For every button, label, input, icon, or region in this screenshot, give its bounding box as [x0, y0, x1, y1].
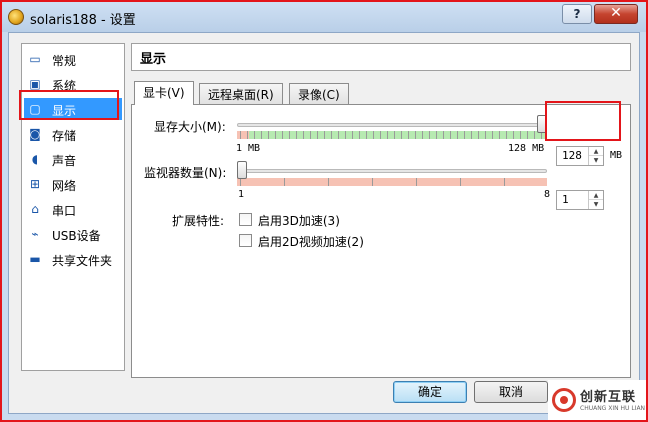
usb-icon: ⌁: [31, 227, 39, 241]
tab-remote-display[interactable]: 远程桌面(R): [199, 83, 283, 104]
shared-folder-icon: ▬: [29, 252, 41, 266]
monitor-count-value[interactable]: 1: [562, 193, 569, 206]
extended-features-label: 扩展特性:: [172, 214, 225, 228]
video-memory-slider-track[interactable]: [237, 123, 547, 127]
tab-recording[interactable]: 录像(C): [289, 83, 349, 104]
video-memory-ticks: [240, 131, 546, 139]
enable-3d-acceleration-checkbox[interactable]: [239, 213, 252, 226]
sidebar-item-storage[interactable]: ◙ 存储: [24, 123, 122, 145]
sidebar-item-label: 常规: [52, 54, 77, 68]
sidebar-item-label: USB设备: [52, 229, 101, 243]
enable-2d-video-acceleration-checkbox[interactable]: [239, 234, 252, 247]
monitor-count-spinbox[interactable]: 1 ▲ ▼: [556, 190, 604, 210]
network-icon: ⊞: [29, 177, 41, 191]
spin-up-icon[interactable]: ▲: [589, 191, 603, 200]
watermark-text: 创新互联: [580, 390, 637, 405]
sidebar-item-label: 声音: [52, 154, 77, 168]
watermark: 创新互联 CHUANG XIN HU LIAN: [548, 380, 648, 422]
sidebar-item-audio[interactable]: ◖ 声音: [24, 148, 122, 170]
audio-icon: ◖: [31, 152, 39, 166]
general-icon: ▭: [29, 52, 41, 66]
monitor-count-label: 监视器数量(N):: [144, 166, 227, 180]
help-button[interactable]: ?: [562, 4, 592, 24]
title-bar[interactable]: solaris188 - 设置 ? ✕: [2, 2, 646, 32]
sidebar-item-label: 网络: [52, 179, 77, 193]
tab-video[interactable]: 显卡(V): [134, 81, 194, 105]
dialog-body: ▭ 常规 ▣ 系统 ▢ 显示 ◙ 存储 ◖ 声音 ⊞ 网络 ⌂ 串口 ⌁ USB…: [8, 32, 640, 414]
sidebar-item-usb[interactable]: ⌁ USB设备: [24, 223, 122, 245]
spin-arrows: ▲ ▼: [588, 147, 603, 165]
sidebar-item-general[interactable]: ▭ 常规: [24, 48, 122, 70]
virtualbox-app-icon: [8, 9, 24, 25]
sidebar-item-label: 共享文件夹: [52, 254, 113, 268]
video-memory-min-label: 1 MB: [236, 143, 261, 154]
monitor-count-min-label: 1: [238, 189, 245, 200]
sidebar-highlight-annotation: [19, 90, 119, 120]
storage-icon: ◙: [29, 127, 41, 141]
cancel-button[interactable]: 取消: [474, 381, 548, 403]
sidebar-item-network[interactable]: ⊞ 网络: [24, 173, 122, 195]
monitor-count-max-label: 8: [544, 189, 551, 200]
sidebar-item-shared-folders[interactable]: ▬ 共享文件夹: [24, 248, 122, 270]
spin-up-icon[interactable]: ▲: [589, 147, 603, 156]
watermark-subtext: CHUANG XIN HU LIAN: [580, 405, 646, 412]
spin-down-icon[interactable]: ▼: [589, 156, 603, 165]
sidebar-item-label: 串口: [52, 204, 77, 218]
settings-window: solaris188 - 设置 ? ✕ ▭ 常规 ▣ 系统 ▢ 显示 ◙ 存储: [2, 2, 646, 420]
video-memory-spinbox[interactable]: 128 ▲ ▼: [556, 146, 604, 166]
monitor-count-slider-track[interactable]: [237, 169, 547, 173]
watermark-logo-icon: [552, 388, 576, 412]
spin-down-icon[interactable]: ▼: [589, 200, 603, 209]
sidebar-item-serial-port[interactable]: ⌂ 串口: [24, 198, 122, 220]
enable-3d-acceleration-label[interactable]: 启用3D加速(3): [258, 212, 340, 229]
video-memory-highlight-annotation: [545, 101, 621, 141]
enable-2d-video-acceleration-label[interactable]: 启用2D视频加速(2): [258, 233, 364, 250]
video-memory-unit: MB: [610, 150, 623, 161]
ok-button[interactable]: 确定: [393, 381, 467, 403]
video-memory-max-label: 128 MB: [508, 143, 545, 154]
page-title-box: 显示: [131, 43, 631, 71]
video-memory-value[interactable]: 128: [562, 149, 582, 162]
serial-port-icon: ⌂: [31, 202, 39, 216]
video-tab-panel: 显存大小(M): 1 MB 128 MB 监视器数量(N): 1 8 128 ▲…: [131, 104, 631, 378]
page-title: 显示: [140, 52, 167, 67]
window-title: solaris188 - 设置: [30, 13, 136, 28]
sidebar-item-label: 存储: [52, 129, 77, 143]
monitor-count-slider-handle[interactable]: [237, 161, 247, 179]
monitor-count-ticks: [240, 178, 546, 186]
close-button[interactable]: ✕: [594, 4, 638, 24]
video-memory-label: 显存大小(M):: [154, 120, 226, 134]
spin-arrows: ▲ ▼: [588, 191, 603, 209]
